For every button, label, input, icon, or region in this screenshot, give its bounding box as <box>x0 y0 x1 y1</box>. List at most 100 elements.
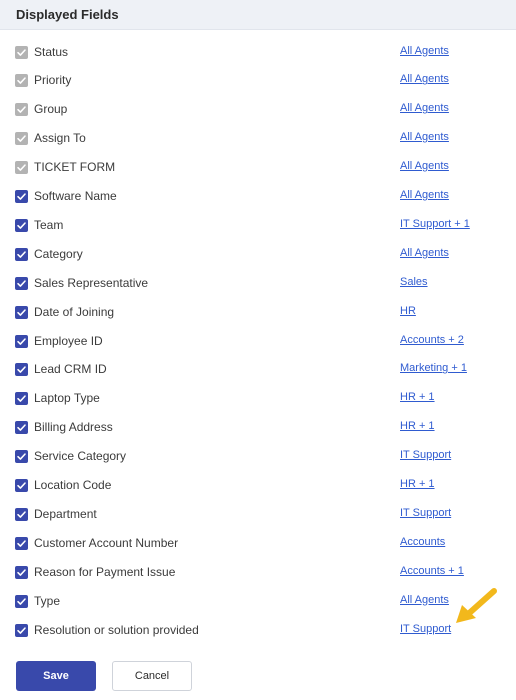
cancel-button[interactable]: Cancel <box>112 661 192 691</box>
field-label: Reason for Payment Issue <box>34 564 176 579</box>
save-button[interactable]: Save <box>16 661 96 691</box>
locked-checkbox <box>15 74 28 88</box>
field-row: Sales Representative Sales <box>0 270 516 299</box>
visibility-link[interactable]: HR + 1 <box>400 391 435 403</box>
field-row: Location Code HR + 1 <box>0 472 516 501</box>
checkmark-icon <box>17 308 26 316</box>
visibility-link[interactable]: HR + 1 <box>400 478 435 490</box>
field-checkbox[interactable] <box>15 479 28 492</box>
field-label: Sales Representative <box>34 275 149 290</box>
field-row: Software Name All Agents <box>0 183 516 212</box>
field-label: Group <box>34 102 68 117</box>
field-row: Type All Agents <box>0 588 516 617</box>
field-row: TICKET FORM All Agents <box>0 154 516 183</box>
field-row: Employee ID Accounts + 2 <box>0 328 516 357</box>
visibility-link[interactable]: IT Support + 1 <box>400 218 470 230</box>
checkmark-icon <box>17 193 26 200</box>
visibility-link[interactable]: All Agents <box>400 73 449 85</box>
field-row: Resolution or solution provided IT Suppor… <box>0 617 516 646</box>
field-checkbox[interactable] <box>15 276 28 290</box>
field-checkbox[interactable] <box>15 334 28 348</box>
visibility-link[interactable]: All Agents <box>400 102 449 114</box>
field-row: Category All Agents <box>0 241 516 270</box>
field-label: Laptop Type <box>34 391 100 406</box>
field-label: Type <box>34 593 61 608</box>
panel-title: Displayed Fields <box>16 7 119 22</box>
field-row: Team IT Support + 1 <box>0 212 516 241</box>
field-label: Team <box>34 217 64 232</box>
field-checkbox[interactable] <box>15 363 28 377</box>
field-row: Lead CRM ID Marketing + 1 <box>0 356 516 385</box>
field-label: Software Name <box>34 189 117 203</box>
field-label: Date of Joining <box>34 304 115 319</box>
checkmark-icon <box>17 540 26 547</box>
field-row: Status All Agents <box>0 39 516 68</box>
visibility-link[interactable]: HR + 1 <box>400 420 435 432</box>
field-checkbox[interactable] <box>15 247 28 261</box>
field-row: Date of Joining HR <box>0 299 516 328</box>
field-row: Laptop Type HR + 1 <box>0 385 516 414</box>
checkmark-icon <box>17 626 26 634</box>
visibility-link[interactable]: All Agents <box>400 189 449 201</box>
field-checkbox[interactable] <box>15 305 28 319</box>
checkmark-icon <box>17 106 26 114</box>
field-checkbox[interactable] <box>15 450 28 464</box>
field-checkbox[interactable] <box>15 536 28 550</box>
checkmark-icon <box>17 453 26 460</box>
visibility-link[interactable]: IT Support <box>400 449 451 461</box>
visibility-link[interactable]: All Agents <box>400 594 449 606</box>
checkmark-icon <box>17 135 26 143</box>
field-checkbox[interactable] <box>15 565 28 579</box>
annotation-arrow-icon <box>456 588 497 623</box>
field-checkbox[interactable] <box>15 507 28 521</box>
field-checkbox[interactable] <box>15 190 28 203</box>
field-label: Billing Address <box>34 420 113 435</box>
field-label: TICKET FORM <box>34 160 116 175</box>
visibility-link[interactable]: HR <box>400 305 416 317</box>
field-row: Service Category IT Support <box>0 443 516 472</box>
visibility-link[interactable]: All Agents <box>400 247 449 259</box>
field-label: Service Category <box>34 449 127 464</box>
checkmark-icon <box>17 569 26 576</box>
field-row: Reason for Payment Issue Accounts + 1 <box>0 559 516 588</box>
visibility-link[interactable]: Accounts + 2 <box>400 334 464 346</box>
visibility-link[interactable]: Sales <box>400 276 428 288</box>
checkmark-icon <box>17 597 26 605</box>
field-checkbox[interactable] <box>15 218 28 232</box>
field-label: Category <box>34 246 83 261</box>
field-label: Lead CRM ID <box>34 362 107 377</box>
displayed-fields-header: Displayed Fields <box>0 0 516 30</box>
field-label: Resolution or solution provided <box>34 622 199 637</box>
visibility-link[interactable]: Accounts + 1 <box>400 565 464 577</box>
field-checkbox[interactable] <box>15 623 28 637</box>
field-label: Status <box>34 44 69 59</box>
locked-checkbox <box>15 103 28 117</box>
checkmark-icon <box>17 482 26 489</box>
field-checkbox[interactable] <box>15 421 28 435</box>
visibility-link[interactable]: IT Support <box>400 623 451 635</box>
locked-checkbox <box>15 132 28 146</box>
checkmark-icon <box>17 280 26 287</box>
field-label: Customer Account Number <box>34 535 179 550</box>
field-checkbox[interactable] <box>15 594 28 608</box>
field-label: Priority <box>34 73 72 88</box>
checkmark-icon <box>17 337 26 345</box>
visibility-link[interactable]: All Agents <box>400 131 449 143</box>
checkmark-icon <box>17 251 26 258</box>
visibility-link[interactable]: All Agents <box>400 45 449 57</box>
field-label: Employee ID <box>34 333 103 348</box>
visibility-link[interactable]: Marketing + 1 <box>400 362 467 374</box>
field-checkbox[interactable] <box>15 392 28 406</box>
field-row: Customer Account Number Accounts <box>0 530 516 559</box>
locked-checkbox <box>15 45 28 59</box>
visibility-link[interactable]: IT Support <box>400 507 451 519</box>
field-row: Group All Agents <box>0 96 516 125</box>
field-row: Department IT Support <box>0 501 516 530</box>
locked-checkbox <box>15 161 28 175</box>
field-label: Department <box>34 506 97 521</box>
checkmark-icon <box>17 424 26 432</box>
checkmark-icon <box>17 222 26 229</box>
visibility-link[interactable]: All Agents <box>400 160 449 172</box>
field-row: Billing Address HR + 1 <box>0 414 516 443</box>
visibility-link[interactable]: Accounts <box>400 536 445 548</box>
